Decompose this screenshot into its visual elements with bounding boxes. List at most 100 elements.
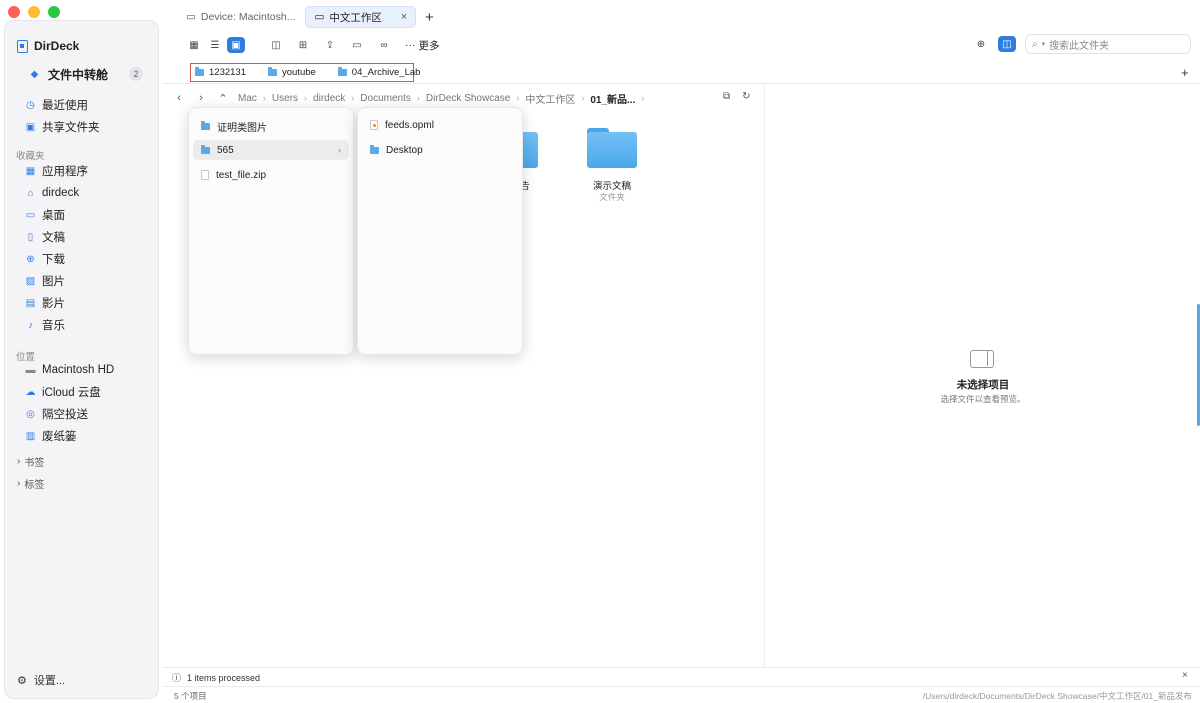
bookmark-item[interactable]: youtube xyxy=(267,67,316,78)
breadcrumb-tools: ⧉ ↻ xyxy=(723,91,751,102)
sidebar: DirDeck ◆ 文件中转舱 2 ◷ 最近使用 ▣ 共享文件夹 收藏夹 ▦ 应… xyxy=(4,20,159,699)
chevron-right-icon: › xyxy=(17,478,21,489)
tab-bar: ▭ Device: Macintosh... ▭ 中文工作区 × + xyxy=(178,6,440,28)
breadcrumb-segment[interactable]: Mac xyxy=(238,93,257,104)
zip-file-icon xyxy=(201,170,209,180)
toolbar: ▦ ☰ ▣ ◫ ⊞ ⇪ ▭ ∞ ··· 更多 xyxy=(185,36,440,54)
breadcrumb-current[interactable]: 01_新品... xyxy=(590,91,635,106)
sidebar-item-movies[interactable]: ▤ 影片 xyxy=(25,294,65,312)
sidebar-item-shared[interactable]: ▣ 共享文件夹 xyxy=(25,118,100,136)
close-window-button[interactable] xyxy=(8,6,20,18)
preview-subtitle: 选择文件以查看预览。 xyxy=(940,394,1026,404)
sidebar-item-trash[interactable]: ▥ 废纸篓 xyxy=(25,427,77,445)
sidebar-item-downloads[interactable]: ⊕ 下载 xyxy=(25,250,65,268)
tab-device[interactable]: ▭ Device: Macintosh... xyxy=(178,6,303,28)
chevron-right-icon: › xyxy=(581,93,585,103)
dual-pane-icon[interactable]: ◫ xyxy=(998,36,1016,52)
grid-item-type: 文件夹 xyxy=(599,192,625,202)
sidebar-item-station[interactable]: ◆ 文件中转舱 2 xyxy=(11,64,147,84)
film-icon: ▤ xyxy=(25,297,36,309)
share-icon[interactable]: ⇪ xyxy=(321,37,339,53)
tab-workspace[interactable]: ▭ 中文工作区 × xyxy=(305,6,417,28)
popup-item-selected[interactable]: 565 › xyxy=(193,140,349,160)
bookmark-label: 04_Archive_Lab xyxy=(351,67,421,78)
sidebar-item-pictures[interactable]: ▨ 图片 xyxy=(25,272,65,290)
bookmarks-section-toggle[interactable]: › 书签 xyxy=(17,454,44,469)
status-text: 1 items processed xyxy=(187,672,261,683)
bookmark-item[interactable]: 1232131 xyxy=(195,67,246,78)
sidebar-item-documents[interactable]: ▯ 文稿 xyxy=(25,228,65,246)
breadcrumb-segment[interactable]: Documents xyxy=(360,93,411,104)
popup-item-label: test_file.zip xyxy=(216,169,267,181)
sidebar-item-label: 下载 xyxy=(42,254,65,266)
grid-item-label: 演示文稿 xyxy=(592,181,631,192)
minimize-window-button[interactable] xyxy=(28,6,40,18)
forward-button[interactable]: › xyxy=(194,92,208,104)
gallery-view-icon[interactable]: ▣ xyxy=(227,37,245,53)
copy-path-icon[interactable]: ⧉ xyxy=(723,91,730,102)
folder-icon xyxy=(370,144,379,154)
divider xyxy=(163,83,1200,84)
back-button[interactable]: ‹ xyxy=(172,92,186,104)
desktop-icon: ▭ xyxy=(25,209,36,221)
status-message: ⓘ 1 items processed xyxy=(172,671,260,684)
sidebar-item-airdrop[interactable]: ◎ 隔空投送 xyxy=(25,405,88,423)
sidebar-item-label: dirdeck xyxy=(42,187,80,199)
terminal-icon[interactable]: ▭ xyxy=(348,37,366,53)
app-name: DirDeck xyxy=(34,39,80,53)
sidebar-item-label: 隔空投送 xyxy=(42,409,88,421)
chevron-right-icon: › xyxy=(262,93,266,103)
sidebar-item-music[interactable]: ♪ 音乐 xyxy=(25,316,65,334)
preview-panel-icon xyxy=(970,350,994,368)
popup-item[interactable]: 证明类图片 xyxy=(193,116,349,136)
search-input[interactable]: 搜索此文件夹 xyxy=(1049,37,1109,52)
cube-icon: ◆ xyxy=(30,68,39,80)
new-folder-icon[interactable]: ⊞ xyxy=(294,37,312,53)
grid-view-icon[interactable]: ▦ xyxy=(185,37,203,53)
breadcrumb-segment[interactable]: 中文工作区 xyxy=(525,91,575,106)
more-label: 更多 xyxy=(418,39,440,52)
popup-item[interactable]: Desktop xyxy=(362,140,518,160)
parent-folder-button[interactable]: ⌃ xyxy=(216,92,230,105)
folder-outline-icon: ▭ xyxy=(186,11,196,23)
breadcrumb-segment[interactable]: Users xyxy=(272,93,298,104)
ellipsis-icon: ··· xyxy=(405,39,416,51)
settings-button[interactable]: ⚙ 设置... xyxy=(17,672,65,688)
breadcrumb-segment[interactable]: DirDeck Showcase xyxy=(426,93,510,104)
disk-icon: ▬ xyxy=(25,364,36,376)
folder-thumbnail[interactable] xyxy=(587,128,637,168)
new-tab-button[interactable]: + xyxy=(418,6,440,28)
popup-item[interactable]: feeds.opml xyxy=(362,115,518,135)
close-tab-button[interactable]: × xyxy=(401,11,407,23)
popup-item[interactable]: test_file.zip xyxy=(193,165,349,185)
dismiss-status-button[interactable]: × xyxy=(1182,670,1188,681)
toolbar-actions: ◫ ⊞ ⇪ ▭ ∞ xyxy=(267,37,393,53)
add-bookmark-button[interactable]: + xyxy=(1181,65,1189,80)
breadcrumb-segment[interactable]: dirdeck xyxy=(313,93,345,104)
bookmark-item[interactable]: 04_Archive_Lab xyxy=(337,67,421,78)
globe-icon[interactable]: ⊕ xyxy=(972,36,990,52)
list-view-icon[interactable]: ☰ xyxy=(206,37,224,53)
info-icon: ⓘ xyxy=(172,673,182,683)
music-note-icon: ♪ xyxy=(28,319,33,331)
sidebar-item-macintosh-hd[interactable]: ▬ Macintosh HD xyxy=(25,361,115,379)
document-icon: ▯ xyxy=(27,231,34,243)
chevron-right-icon: › xyxy=(516,93,520,103)
refresh-icon[interactable]: ↻ xyxy=(742,91,750,102)
sidebar-item-label: 应用程序 xyxy=(42,166,88,178)
search-field[interactable]: ⌕ ▾ 搜索此文件夹 xyxy=(1025,34,1191,54)
sidebar-item-applications[interactable]: ▦ 应用程序 xyxy=(25,162,88,180)
home-icon: ⌂ xyxy=(27,187,34,199)
sidebar-item-icloud[interactable]: ☁ iCloud 云盘 xyxy=(25,383,101,401)
sidebar-item-home[interactable]: ⌂ dirdeck xyxy=(25,184,79,202)
tags-section-toggle[interactable]: › 标签 xyxy=(17,476,44,491)
tab-label: 中文工作区 xyxy=(329,11,382,24)
split-view-icon[interactable]: ◫ xyxy=(267,37,285,53)
sidebar-item-recent[interactable]: ◷ 最近使用 xyxy=(25,96,88,114)
link-icon[interactable]: ∞ xyxy=(375,37,393,53)
zoom-window-button[interactable] xyxy=(48,6,60,18)
sidebar-item-label: 桌面 xyxy=(42,210,65,222)
chevron-down-icon: ▾ xyxy=(1041,41,1046,48)
more-menu-button[interactable]: ··· 更多 xyxy=(405,38,440,53)
sidebar-item-desktop[interactable]: ▭ 桌面 xyxy=(25,206,65,224)
